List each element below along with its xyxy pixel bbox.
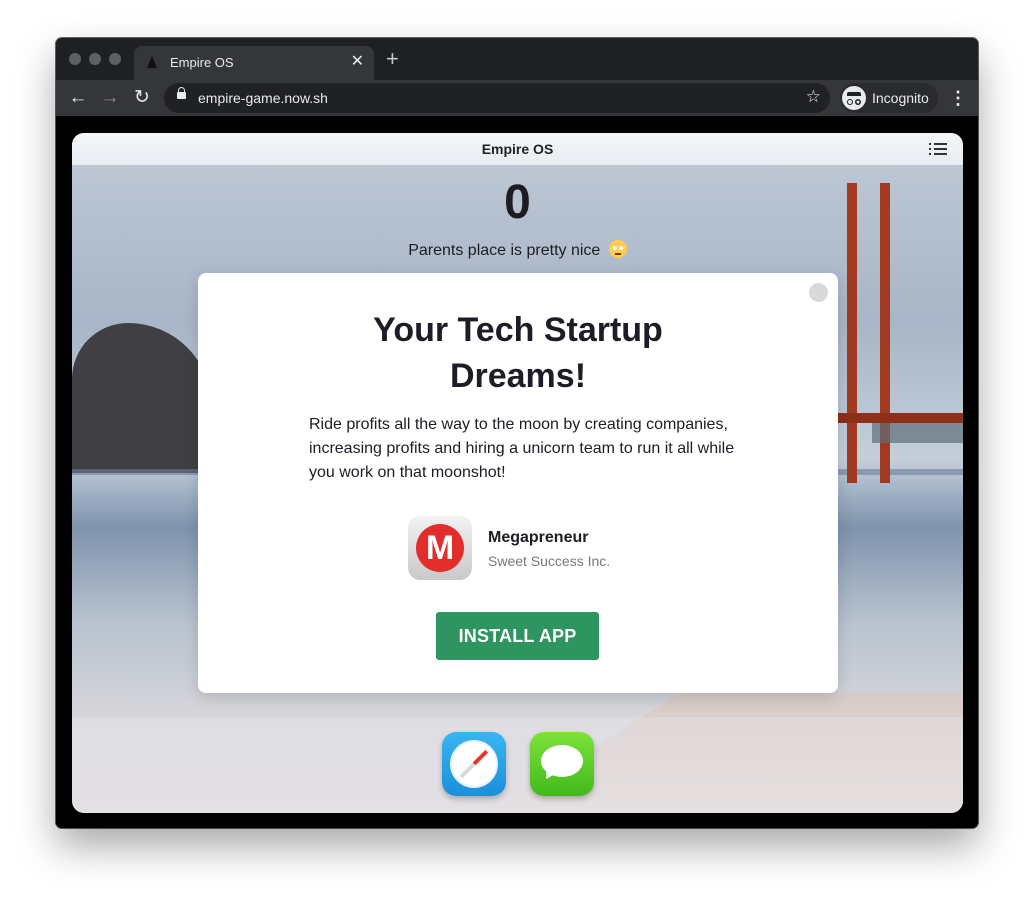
modal-heading: Your Tech Startup Dreams! [373,311,663,395]
messages-icon[interactable] [530,732,594,796]
app-name: Megapreneur [488,529,589,546]
new-tab-button[interactable]: + [386,48,399,70]
tab-empire-os[interactable]: Empire OS ✕ [134,46,374,80]
install-app-button[interactable]: INSTALL APP [436,612,599,660]
minimize-window-button[interactable] [89,53,101,65]
reload-icon[interactable]: ↻ [130,86,154,110]
incognito-label: Incognito [872,90,929,106]
modal-description: Ride profits all the way to the moon by … [309,416,735,481]
browser-menu-icon[interactable]: ⋮ [949,84,967,112]
os-title: Empire OS [481,141,554,157]
forward-arrow-icon[interactable]: → [98,86,122,110]
app-icon-letter: M [425,529,455,567]
background-hill [72,323,212,473]
close-window-button[interactable] [69,53,81,65]
money-counter: 0 [504,176,531,229]
background-city [872,423,963,443]
bookmark-star-icon[interactable]: ☆ [806,87,821,107]
status-line: Parents place is pretty nice [72,240,963,260]
install-app-modal: Your Tech Startup Dreams! Ride profits a… [198,273,838,693]
empire-os-desktop: Empire OS 0 Parents place is pretty nice… [72,133,963,813]
maximize-window-button[interactable] [109,53,121,65]
eye-roll-emoji-icon [608,240,627,258]
status-text: Parents place is pretty nice [408,242,601,259]
url-text[interactable]: empire-game.now.sh [198,90,328,106]
back-arrow-icon[interactable]: ← [66,86,90,110]
close-tab-icon[interactable]: ✕ [351,52,364,72]
browser-window: Empire OS ✕ + ← → ↻ empire-game.now.sh ☆… [56,38,978,828]
dock [72,717,963,813]
incognito-icon [842,86,866,110]
tab-title: Empire OS [170,55,234,70]
safari-icon[interactable] [442,732,506,796]
tab-strip: Empire OS ✕ + [56,38,978,80]
bridge-deck [832,413,963,423]
page-viewport: Empire OS 0 Parents place is pretty nice… [56,116,978,828]
modal-close-button[interactable] [809,283,828,302]
os-title-bar: Empire OS [72,133,963,165]
triangle-favicon-icon [147,56,157,68]
app-company: Sweet Success Inc. [488,553,611,569]
incognito-indicator[interactable]: Incognito [840,83,938,113]
list-menu-icon[interactable] [929,142,947,156]
megapreneur-app-icon: M [408,516,472,580]
lock-icon [177,87,186,99]
address-bar[interactable]: empire-game.now.sh ☆ [164,83,830,113]
browser-toolbar: ← → ↻ empire-game.now.sh ☆ Incognito ⋮ [56,80,978,116]
